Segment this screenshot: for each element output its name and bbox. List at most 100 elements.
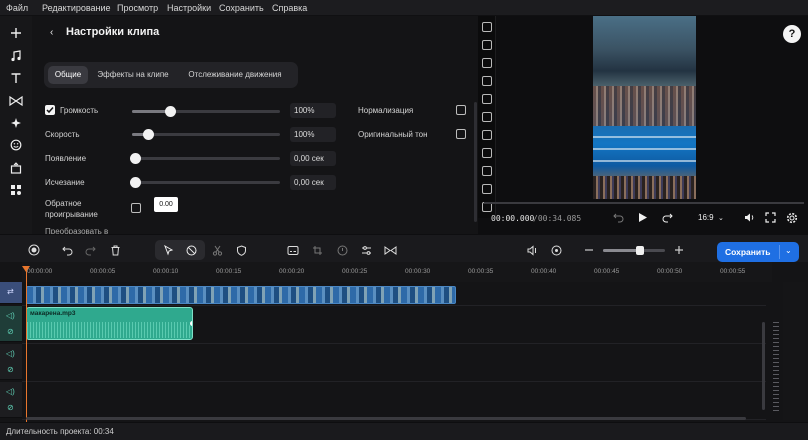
horizontal-scrollbar[interactable] — [26, 417, 746, 420]
settings-gear-icon[interactable] — [786, 212, 798, 226]
menu-settings[interactable]: Настройки — [167, 3, 211, 13]
video-frame — [593, 16, 696, 199]
volume-slider[interactable] — [132, 106, 280, 117]
speaker-icon[interactable]: ◁) — [6, 387, 15, 396]
volume-checkbox[interactable] — [45, 105, 55, 115]
speed-value[interactable]: 100% — [290, 127, 336, 142]
menu-view[interactable]: Просмотр — [117, 3, 158, 13]
redo-preview-icon[interactable] — [662, 212, 673, 225]
aspect-ratio-select[interactable]: 16:9 — [698, 213, 714, 222]
ruler-tick-label: 00:00:00 — [27, 268, 53, 275]
adjust-sliders-icon[interactable] — [359, 243, 373, 257]
vertical-scrollbar[interactable] — [762, 322, 765, 410]
status-bar: Длительность проекта: 00:34 — [0, 422, 808, 440]
caption-icon[interactable] — [286, 243, 300, 257]
speed-slider[interactable] — [132, 129, 280, 140]
ruler-tick-label: 00:00:35 — [468, 268, 494, 275]
fade-out-slider[interactable] — [130, 177, 280, 188]
undo-preview-icon[interactable] — [613, 212, 624, 225]
fade-out-value[interactable]: 0,00 сек — [290, 175, 336, 190]
tab-clip-effects[interactable]: Эффекты на клипе — [94, 66, 172, 84]
razor-icon[interactable] — [184, 243, 198, 257]
plus-icon[interactable] — [6, 24, 26, 42]
project-duration: Длительность проекта: 00:34 — [6, 427, 114, 436]
panel-title: Настройки клипа — [66, 26, 160, 38]
clip-handle[interactable] — [189, 320, 192, 327]
fade-out-slider-knob[interactable] — [130, 177, 141, 188]
menu-edit[interactable]: Редактирование — [42, 3, 111, 13]
left-toolbar — [0, 16, 32, 234]
tab-motion-tracking[interactable]: Отслеживание движения — [176, 66, 294, 84]
menu-save[interactable]: Сохранить — [219, 3, 264, 13]
speaker-icon[interactable]: ◁) — [6, 311, 15, 320]
track-link-icon[interactable]: ⊘ — [7, 327, 14, 336]
volume-value[interactable]: 100% — [290, 103, 336, 118]
record-icon[interactable] — [27, 243, 41, 257]
time-total: /00:34.085 — [533, 214, 582, 223]
preview-progress-track[interactable] — [484, 202, 804, 204]
track-link-icon[interactable]: ⊘ — [7, 365, 14, 374]
speed-slider-knob[interactable] — [143, 129, 154, 140]
transition-tool-icon[interactable] — [383, 243, 397, 257]
fade-in-slider-knob[interactable] — [130, 153, 141, 164]
video-track-head[interactable]: ⇄ — [0, 282, 22, 304]
sticker-icon[interactable] — [6, 136, 26, 154]
shield-icon[interactable] — [234, 243, 248, 257]
zoom-in-icon[interactable] — [672, 243, 686, 257]
speed-clock-icon[interactable] — [335, 243, 349, 257]
back-chevron-icon[interactable]: ‹ — [50, 27, 53, 38]
video-clip[interactable] — [26, 286, 456, 304]
speaker-icon[interactable]: ◁) — [6, 349, 15, 358]
playhead-marker[interactable] — [22, 266, 30, 272]
ruler-tick-label: 00:00:45 — [594, 268, 620, 275]
volume-icon[interactable] — [744, 212, 755, 225]
track-link-icon[interactable]: ⊘ — [7, 403, 14, 412]
zoom-slider[interactable] — [603, 246, 665, 255]
menu-help[interactable]: Справка — [272, 3, 307, 13]
split-scissors-icon[interactable] — [210, 243, 224, 257]
redo-icon[interactable] — [83, 243, 97, 257]
volume-slider-knob[interactable] — [165, 106, 176, 117]
crop-icon[interactable] — [310, 243, 324, 257]
undo-icon[interactable] — [60, 243, 74, 257]
normalize-label: Нормализация — [358, 106, 414, 115]
fullscreen-icon[interactable] — [765, 212, 776, 225]
fade-in-slider[interactable] — [130, 153, 280, 164]
fade-out-label: Исчезание — [45, 178, 85, 187]
chevron-down-icon[interactable]: ⌄ — [718, 214, 724, 222]
playhead[interactable] — [26, 268, 27, 422]
reverse-value[interactable]: 0.00 — [154, 197, 178, 212]
apps-icon[interactable] — [6, 159, 26, 177]
normalize-checkbox[interactable] — [456, 105, 466, 115]
original-tone-checkbox[interactable] — [456, 129, 466, 139]
play-icon[interactable] — [638, 212, 648, 225]
more-icon[interactable] — [6, 181, 26, 199]
tab-general[interactable]: Общие — [48, 66, 88, 84]
zoom-out-icon[interactable] — [582, 243, 596, 257]
audio-clip[interactable]: макарена.mp3 — [26, 307, 193, 340]
save-button[interactable]: Сохранить ⌄ — [717, 242, 799, 262]
audio-track-head-1[interactable]: ◁) ⊘ — [0, 306, 22, 342]
audio-track-head-3[interactable]: ◁) ⊘ — [0, 382, 22, 418]
text-icon[interactable] — [6, 69, 26, 87]
ruler-tick-label: 00:00:05 — [90, 268, 116, 275]
sparkle-icon[interactable] — [6, 114, 26, 132]
panel-scrollbar[interactable] — [474, 102, 477, 222]
menu-file[interactable]: Файл — [6, 3, 28, 13]
reverse-checkbox[interactable] — [131, 203, 141, 213]
timeline-toolbar: Сохранить ⌄ — [0, 234, 808, 262]
ruler-tick-label: 00:00:30 — [405, 268, 431, 275]
save-options-chevron-icon[interactable]: ⌄ — [785, 246, 792, 255]
help-button[interactable]: ? — [783, 25, 801, 43]
audio-detach-icon[interactable] — [526, 243, 540, 257]
music-note-icon[interactable] — [6, 47, 26, 65]
delete-icon[interactable] — [108, 243, 122, 257]
select-pointer-icon[interactable] — [161, 243, 175, 257]
timeline-ruler[interactable]: 00:00:00 00:00:05 00:00:10 00:00:15 00:00:20… — [22, 262, 772, 282]
magnet-snap-icon[interactable] — [549, 243, 563, 257]
zoom-slider-knob[interactable] — [636, 246, 644, 255]
link-icon[interactable]: ⇄ — [7, 287, 14, 296]
transition-icon[interactable] — [6, 92, 26, 110]
audio-track-head-2[interactable]: ◁) ⊘ — [0, 344, 22, 380]
fade-in-value[interactable]: 0,00 сек — [290, 151, 336, 166]
